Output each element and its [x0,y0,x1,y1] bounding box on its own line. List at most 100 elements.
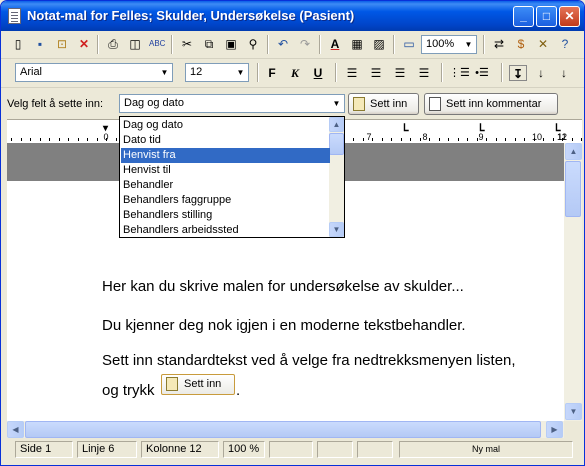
horizontal-scrollbar[interactable]: ◀ ▶ [7,421,564,438]
find-icon[interactable]: ⚲ [245,36,261,52]
numbered-list-icon[interactable]: ⋮☰ [449,65,470,81]
align-left-icon[interactable]: ☰ [343,65,361,81]
tab-stop-marker[interactable]: ᒪ [403,123,409,134]
redo-icon[interactable]: ↷ [297,36,313,52]
scroll-right-button[interactable]: ▶ [546,421,563,438]
spellcheck-icon[interactable]: ABC [149,36,165,52]
font-name-select[interactable]: Arial ▼ [15,63,173,82]
insert-field-label: Velg felt å sette inn: [7,98,104,110]
scroll-down-button[interactable]: ▼ [565,403,582,420]
tab-right-icon[interactable]: ↓ [555,65,573,81]
doc-line-4-end: . [236,382,241,399]
tab-center-icon[interactable]: ↓ [532,65,550,81]
italic-button[interactable]: K [286,65,304,81]
vertical-scrollbar[interactable]: ▲ ▼ [564,143,582,421]
ruler-tick [467,138,468,141]
delete-icon[interactable]: ✕ [76,36,92,52]
lock-icon[interactable]: ⊡ [54,36,70,52]
maximize-button[interactable]: □ [536,6,557,27]
dropdown-item[interactable]: Behandlers arbeidssted [121,223,330,238]
zoom-value: 100% [426,38,455,50]
field-select[interactable]: Dag og dato ▼ [119,94,345,113]
ruler-tick [486,138,487,141]
ruler-tick [515,138,516,141]
undo-icon[interactable]: ↶ [275,36,291,52]
comment-icon [429,97,441,111]
ruler-number: 10 [531,132,543,142]
ruler-tick [458,138,459,141]
print-icon[interactable]: ⎙ [105,36,121,52]
table-icon[interactable]: ▦ [349,36,365,52]
bold-button[interactable]: F [263,65,281,81]
ruler-tick [581,138,582,141]
dropdown-item[interactable]: Henvist til [121,163,330,178]
tool-icon[interactable]: $ [513,36,529,52]
scroll-left-button[interactable]: ◀ [7,421,24,438]
tab-left-icon[interactable]: ↧ [509,65,527,81]
align-center-icon[interactable]: ☰ [367,65,385,81]
dropdown-scroll-thumb[interactable] [329,133,344,155]
dropdown-scrollbar[interactable]: ▲ ▼ [329,117,344,237]
ruler-tick [429,138,430,141]
cross-tool-icon[interactable]: ✕ [535,36,551,52]
dropdown-item[interactable]: Behandler [121,178,330,193]
ruler-tick [505,138,506,141]
dropdown-scroll-up[interactable]: ▲ [329,117,344,132]
copy-icon[interactable]: ⧉ [201,36,217,52]
ruler-tick [97,138,98,141]
dropdown-item[interactable]: Behandlers stilling [121,208,330,223]
export-icon[interactable]: ⇄ [491,36,507,52]
field-dropdown-list[interactable]: ▲ ▼ Dag og dato Dato tid Henvist fra Henvis… [119,116,345,238]
inline-insert-button: Sett inn [161,374,235,395]
ruler-tick [372,138,373,141]
bullet-list-icon[interactable]: •☰ [473,65,491,81]
print-preview-icon[interactable]: ◫ [127,36,143,52]
horizontal-scroll-thumb[interactable] [25,421,541,438]
chevron-down-icon: ▼ [332,99,341,108]
ruler-tick [30,138,31,141]
ruler-tick [439,138,440,141]
status-zoom: 100 % [223,441,265,458]
new-document-icon[interactable]: ▯ [10,36,26,52]
ruler-tick [116,138,117,141]
dropdown-item[interactable]: Dag og dato [121,118,330,133]
ruler-tick [87,138,88,141]
align-right-icon[interactable]: ☰ [391,65,409,81]
dropdown-scroll-down[interactable]: ▼ [329,222,344,237]
ruler-tick [543,138,544,141]
font-color-icon[interactable]: A [327,36,343,52]
vertical-scroll-thumb[interactable] [565,161,581,217]
scroll-up-button[interactable]: ▲ [565,143,582,160]
zoom-select[interactable]: 100% ▼ [421,35,477,54]
font-size-select[interactable]: 12 ▼ [185,63,249,82]
format-toolbar: Arial ▼ 12 ▼ F K U ☰ ☰ ☰ ☰ ⋮☰ •☰ ↧ ↓ ↓ [1,59,584,88]
save-icon[interactable]: ▪ [32,36,48,52]
chevron-down-icon: ▼ [236,68,245,77]
status-line: Linje 6 [77,441,137,458]
paste-icon[interactable]: ▣ [223,36,239,52]
app-window: Notat-mal for Felles; Skulder, Undersøke… [0,0,585,466]
dropdown-item[interactable]: Behandlers faggruppe [121,193,330,208]
help-icon[interactable]: ? [557,36,573,52]
ruler-tick [448,138,449,141]
ruler-number: 7 [366,132,372,142]
insert-comment-button[interactable]: Sett inn kommentar [424,93,558,115]
insert-field-row: Velg felt å sette inn: Dag og dato ▼ Set… [1,90,584,117]
justify-icon[interactable]: ☰ [415,65,433,81]
scroll-corner [564,421,582,438]
cut-icon[interactable]: ✂ [179,36,195,52]
status-empty-1 [269,441,313,458]
window-title: Notat-mal for Felles; Skulder, Undersøke… [27,8,355,23]
underline-button[interactable]: U [309,65,327,81]
image-icon[interactable]: ▨ [371,36,387,52]
doc-line-3: Sett inn standardtekst ved å velge fra n… [102,352,516,369]
page-view-icon[interactable]: ▭ [401,36,417,52]
minimize-button[interactable]: _ [513,6,534,27]
dropdown-item[interactable]: Dato tid [121,133,330,148]
dropdown-item[interactable]: Henvist fra [121,148,330,163]
insert-button[interactable]: Sett inn [348,93,419,115]
ruler-tick [40,138,41,141]
ruler-number: 12 [556,132,568,142]
close-button[interactable]: ✕ [559,6,580,27]
ruler-number: 8 [422,132,428,142]
